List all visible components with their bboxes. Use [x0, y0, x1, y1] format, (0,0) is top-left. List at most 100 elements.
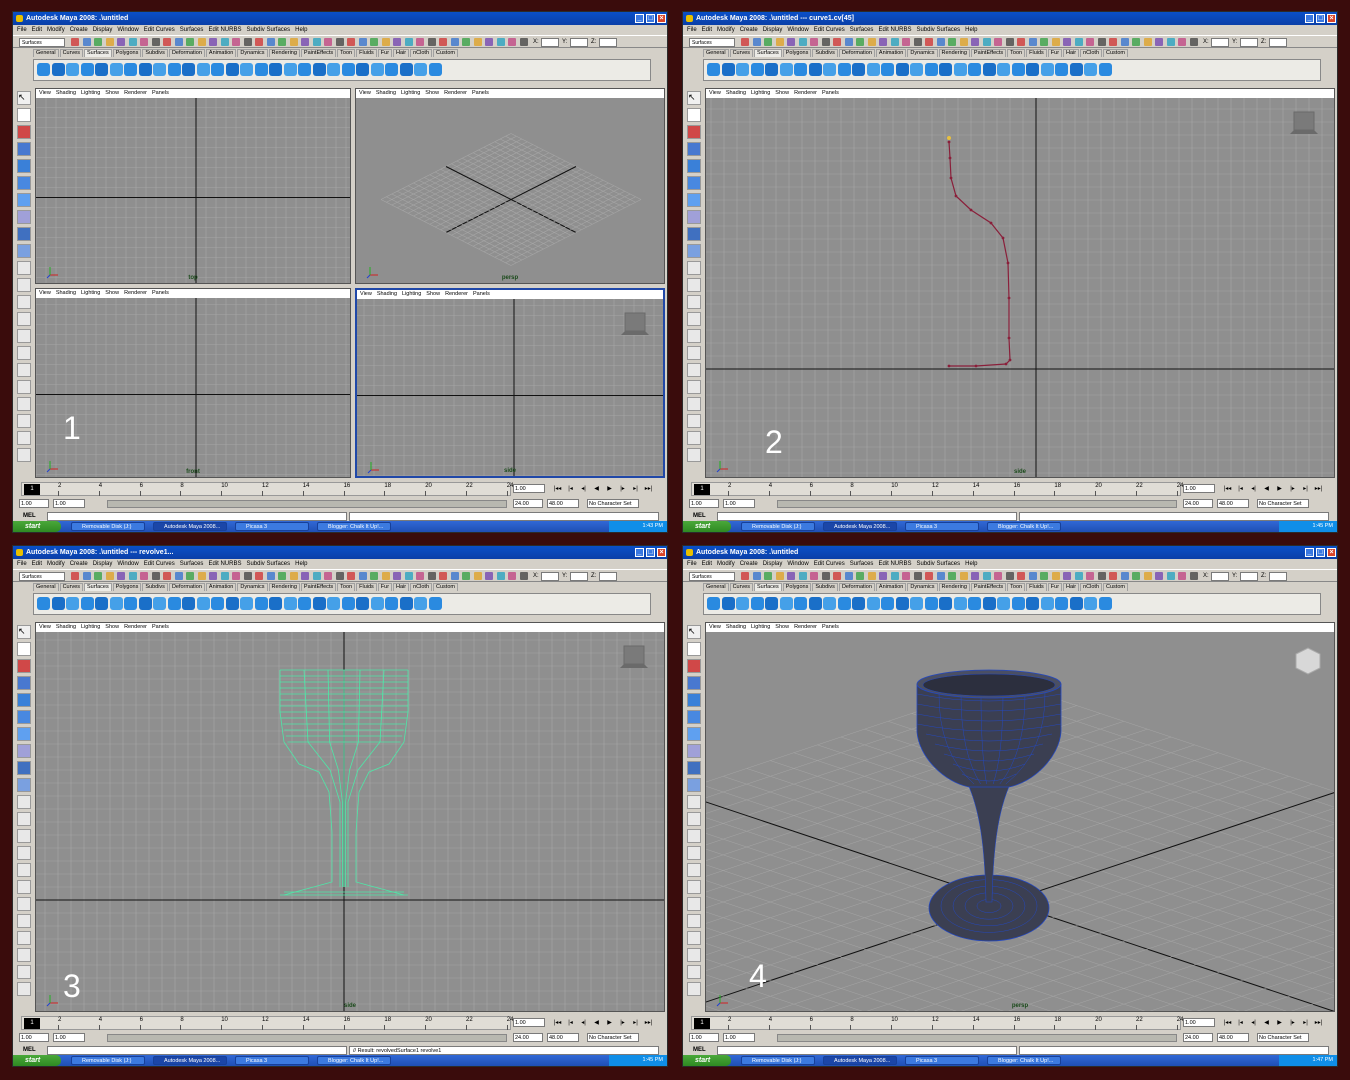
status-line-tool-icon[interactable]	[833, 572, 841, 580]
shelf-tool-icon[interactable]	[182, 63, 195, 76]
status-line-tool-icon[interactable]	[462, 38, 470, 46]
panel-menu-item[interactable]: Shading	[56, 90, 76, 96]
shelf-tool-icon[interactable]	[794, 597, 807, 610]
toolbox-tool-icon[interactable]	[17, 397, 31, 411]
toolbox-tool-icon[interactable]	[17, 193, 31, 207]
status-line-tool-icon[interactable]	[151, 38, 160, 46]
shelf-tab[interactable]: Fluids	[1026, 583, 1047, 591]
toolbox-tool-icon[interactable]	[687, 295, 701, 309]
menu-item[interactable]: Edit NURBS	[878, 27, 911, 33]
toolbox-tool-icon[interactable]	[17, 693, 31, 707]
toolbox-tool-icon[interactable]	[687, 727, 701, 741]
shelf-tool-icon[interactable]	[779, 597, 793, 610]
shelf-tool-icon[interactable]	[66, 597, 79, 610]
toolbox-tool-icon[interactable]	[17, 346, 31, 360]
taskbar-item[interactable]: Removable Disk (J:)	[71, 1056, 145, 1065]
status-line-tool-icon[interactable]	[473, 572, 482, 580]
toolbox-tool-icon[interactable]	[17, 210, 31, 224]
shelf-tab[interactable]: Surfaces	[754, 49, 782, 57]
toolbox-tool-icon[interactable]	[687, 948, 701, 962]
taskbar-item[interactable]: Picasa 3	[235, 1056, 309, 1065]
menu-item[interactable]: File	[17, 27, 27, 33]
status-line-tool-icon[interactable]	[741, 572, 749, 580]
status-line-tool-icon[interactable]	[1086, 38, 1094, 46]
panel-menu-item[interactable]: Renderer	[794, 90, 817, 96]
viewport-top[interactable]: View Shading Lighting Show Renderer Panels top	[35, 88, 351, 284]
shelf-tab[interactable]: Toon	[337, 49, 356, 57]
toolbox-tool-icon[interactable]	[17, 227, 31, 241]
status-line-tool-icon[interactable]	[71, 572, 79, 580]
toolbox-tool-icon[interactable]	[687, 676, 701, 690]
shelf-tool-icon[interactable]	[1040, 63, 1054, 76]
playback-button[interactable]: |▸	[618, 1019, 627, 1027]
playback-button[interactable]: |◂◂	[553, 485, 562, 493]
menu-item[interactable]: Modify	[47, 561, 65, 567]
shelf-tab[interactable]: Deformation	[168, 583, 205, 591]
status-line-tool-icon[interactable]	[519, 572, 528, 580]
toolbox-tool-icon[interactable]	[687, 880, 701, 894]
menu-item[interactable]: Edit Curves	[814, 561, 845, 567]
shelf-tool-icon[interactable]	[997, 597, 1010, 610]
toolbox-tool-icon[interactable]	[687, 982, 701, 996]
status-line-tool-icon[interactable]	[936, 38, 945, 46]
shelf-tool-icon[interactable]	[196, 597, 210, 610]
taskbar-item[interactable]: Autodesk Maya 2008...	[823, 522, 897, 531]
status-line-tool-icon[interactable]	[1040, 38, 1048, 46]
toolbox-tool-icon[interactable]	[687, 193, 701, 207]
shelf-tool-icon[interactable]	[225, 597, 239, 610]
coordinate-input[interactable]	[541, 572, 559, 581]
status-line-tool-icon[interactable]	[82, 572, 91, 580]
toolbox-tool-icon[interactable]	[17, 108, 31, 122]
taskbar-item[interactable]: Removable Disk (J:)	[71, 522, 145, 531]
shelf-tool-icon[interactable]	[982, 597, 996, 610]
coordinate-input[interactable]	[1211, 572, 1229, 581]
status-line-tool-icon[interactable]	[1063, 572, 1071, 580]
time-slider[interactable]: 1 2 4 6 8 10 12 14 16 18 20 22 24	[21, 1016, 513, 1030]
coordinate-input[interactable]	[541, 38, 559, 47]
panel-menu-item[interactable]: Renderer	[794, 624, 817, 630]
status-line-tool-icon[interactable]	[393, 572, 401, 580]
shelf-tool-icon[interactable]	[823, 63, 836, 76]
status-line-tool-icon[interactable]	[197, 572, 206, 580]
shelf-tab[interactable]: Hair	[393, 583, 410, 591]
taskbar-item[interactable]: Blogger: Chalk It Up!...	[317, 1056, 391, 1065]
shelf-tab[interactable]: Polygons	[112, 583, 142, 591]
status-line-tool-icon[interactable]	[1178, 572, 1186, 580]
status-line-tool-icon[interactable]	[764, 38, 772, 46]
current-time-field[interactable]: 1.00	[1183, 484, 1215, 493]
shelf-tab[interactable]: General	[33, 49, 59, 57]
range-field[interactable]: 24.00	[513, 1033, 543, 1042]
panel-menu-item[interactable]: Panels	[822, 624, 839, 630]
viewport-canvas[interactable]	[706, 98, 1335, 478]
shelf-tool-icon[interactable]	[953, 63, 967, 76]
playback-button[interactable]: |◂	[566, 1019, 575, 1027]
status-line-tool-icon[interactable]	[925, 38, 933, 46]
status-line-tool-icon[interactable]	[856, 38, 864, 46]
shelf-tab[interactable]: Dynamics	[907, 49, 938, 57]
shelf-tool-icon[interactable]	[1098, 63, 1112, 76]
status-line-tool-icon[interactable]	[1017, 38, 1025, 46]
coordinate-input[interactable]	[1240, 38, 1258, 47]
menu-item[interactable]: Display	[93, 561, 113, 567]
shelf-tool-icon[interactable]	[1040, 597, 1054, 610]
menu-item[interactable]: Edit	[702, 561, 712, 567]
shelf-tool-icon[interactable]	[953, 597, 967, 610]
menu-item[interactable]: Edit Curves	[144, 27, 175, 33]
status-line-tool-icon[interactable]	[151, 572, 160, 580]
toolbox-tool-icon[interactable]	[687, 846, 701, 860]
shelf-tool-icon[interactable]	[211, 597, 224, 610]
menu-item[interactable]: File	[17, 561, 27, 567]
playback-button[interactable]: ▸▸|	[1314, 1019, 1323, 1027]
shelf-tool-icon[interactable]	[80, 63, 94, 76]
toolbox-tool-icon[interactable]	[17, 897, 31, 911]
status-line-tool-icon[interactable]	[775, 38, 784, 46]
range-field[interactable]: No Character Set	[587, 499, 639, 508]
panel-menu-item[interactable]: Show	[775, 90, 789, 96]
shelf-tool-icon[interactable]	[1026, 63, 1039, 76]
toolbox-tool-icon[interactable]	[687, 380, 701, 394]
shelf-tool-icon[interactable]	[356, 597, 369, 610]
status-line-tool-icon[interactable]	[1028, 572, 1037, 580]
shelf-tool-icon[interactable]	[124, 597, 137, 610]
shelf-tab[interactable]: Curves	[729, 583, 753, 591]
range-field[interactable]: 24.00	[1183, 1033, 1213, 1042]
